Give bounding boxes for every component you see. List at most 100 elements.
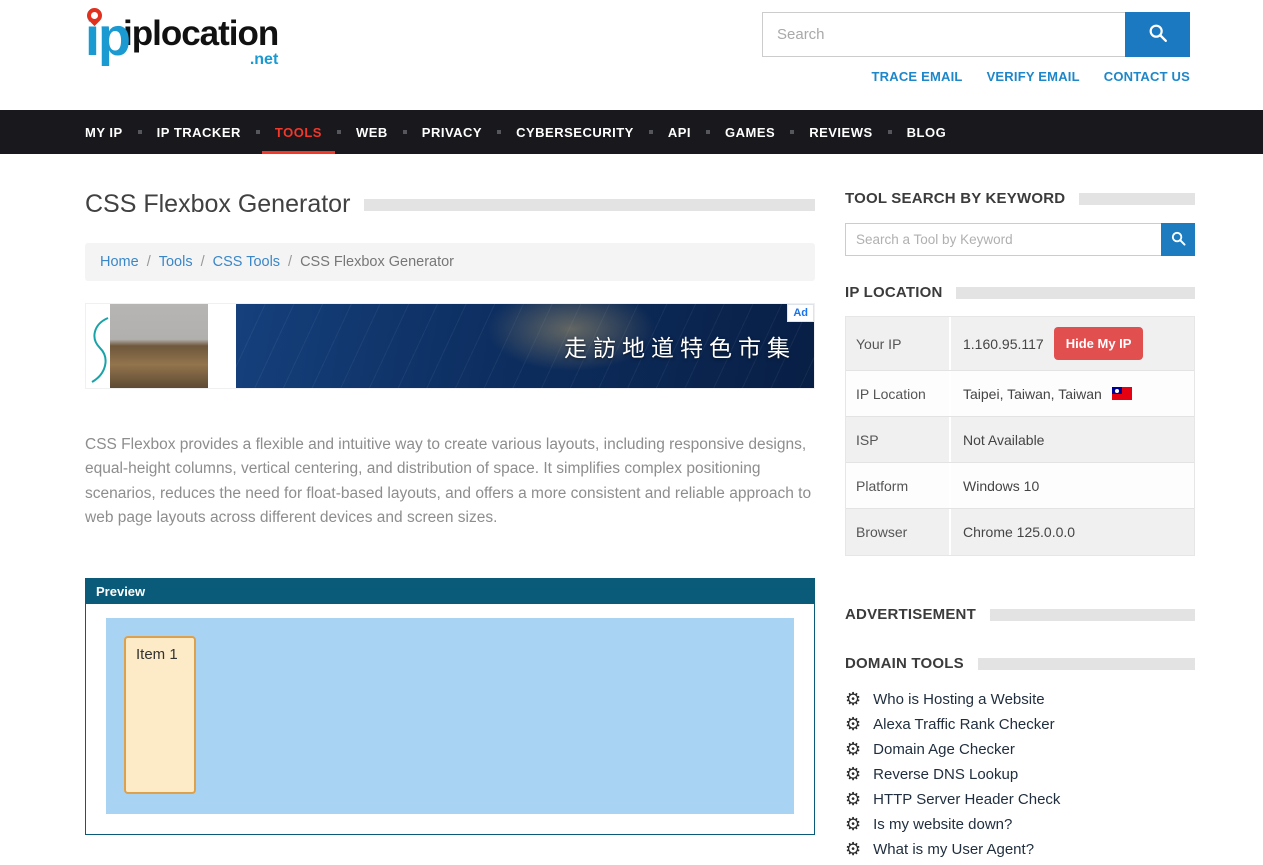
ad-image-main: 走訪地道特色市集 Ad: [236, 304, 814, 388]
nav-item-blog[interactable]: BLOG: [892, 110, 962, 154]
ip-row-value: 1.160.95.117 Hide My IP: [951, 317, 1194, 370]
ad-choices-badge[interactable]: Ad: [787, 304, 814, 322]
domain-tools-heading: DOMAIN TOOLS: [845, 655, 964, 672]
breadcrumb-home[interactable]: Home: [100, 254, 139, 270]
breadcrumb-css-tools[interactable]: CSS Tools: [213, 254, 280, 270]
logo-text: iplocation: [123, 16, 278, 51]
nav-item-web[interactable]: WEB: [341, 110, 403, 154]
gear-icon: ⚙: [845, 690, 861, 708]
isp-value: Not Available: [951, 422, 1194, 458]
nav-item-tools[interactable]: TOOLS: [260, 110, 337, 154]
ip-row-label: IP Location: [846, 371, 951, 416]
site-search: [762, 12, 1190, 57]
main-nav: MY IP IP TRACKER TOOLS WEB PRIVACY CYBER…: [0, 110, 1263, 154]
top-header: ip iplocation .net TRACE EMAIL VERIFY EM…: [0, 0, 1263, 110]
ip-location-heading: IP LOCATION: [845, 284, 942, 301]
breadcrumb-tools[interactable]: Tools: [159, 254, 193, 270]
domain-tool-reverse-dns[interactable]: ⚙ Reverse DNS Lookup: [845, 765, 1195, 783]
table-row: Platform Windows 10: [846, 463, 1194, 509]
gear-icon: ⚙: [845, 715, 861, 733]
domain-tool-label: Reverse DNS Lookup: [873, 766, 1018, 783]
logo-text-wrap: iplocation .net: [123, 16, 278, 68]
preview-body: Item 1: [86, 604, 814, 834]
tool-search-button[interactable]: [1161, 223, 1195, 256]
header-right: TRACE EMAIL VERIFY EMAIL CONTACT US: [762, 0, 1190, 110]
hide-my-ip-button[interactable]: Hide My IP: [1054, 327, 1144, 360]
ad-photo-left: [110, 304, 208, 388]
heading-decoration-bar: [990, 609, 1195, 621]
ip-row-label: Your IP: [846, 317, 951, 370]
table-row: ISP Not Available: [846, 417, 1194, 463]
domain-tool-website-down[interactable]: ⚙ Is my website down?: [845, 815, 1195, 833]
taiwan-flag-icon: [1112, 387, 1132, 400]
gear-icon: ⚙: [845, 790, 861, 808]
nav-item-privacy[interactable]: PRIVACY: [407, 110, 497, 154]
content: CSS Flexbox Generator Home / Tools / CSS…: [0, 154, 1263, 865]
search-icon: [1170, 230, 1187, 250]
tool-search-input[interactable]: [845, 223, 1161, 256]
flexbox-preview-container: Item 1: [106, 618, 794, 814]
domain-tool-user-agent[interactable]: ⚙ What is my User Agent?: [845, 840, 1195, 858]
trace-email-link[interactable]: TRACE EMAIL: [872, 69, 963, 84]
platform-value: Windows 10: [951, 468, 1194, 504]
domain-tool-label: Alexa Traffic Rank Checker: [873, 716, 1054, 733]
logo-tld: .net: [250, 52, 278, 68]
ad-caption: 走訪地道特色市集: [564, 329, 814, 363]
advertisement-heading-row: ADVERTISEMENT: [845, 606, 1195, 623]
verify-email-link[interactable]: VERIFY EMAIL: [987, 69, 1080, 84]
site-logo[interactable]: ip iplocation .net: [85, 10, 278, 110]
domain-tools-list: ⚙ Who is Hosting a Website ⚙ Alexa Traff…: [845, 690, 1195, 858]
domain-tools-heading-row: DOMAIN TOOLS: [845, 655, 1195, 672]
title-decoration-bar: [364, 199, 815, 211]
breadcrumb-separator: /: [147, 254, 151, 270]
flexbox-preview-item[interactable]: Item 1: [124, 636, 196, 794]
ip-row-value: Taipei, Taiwan, Taiwan: [951, 376, 1194, 412]
page-title-row: CSS Flexbox Generator: [85, 190, 815, 219]
table-row: Your IP 1.160.95.117 Hide My IP: [846, 317, 1194, 371]
nav-item-ip-tracker[interactable]: IP TRACKER: [142, 110, 256, 154]
domain-tool-whois-hosting[interactable]: ⚙ Who is Hosting a Website: [845, 690, 1195, 708]
breadcrumb: Home / Tools / CSS Tools / CSS Flexbox G…: [85, 243, 815, 281]
ip-location-value: Taipei, Taiwan, Taiwan: [963, 386, 1102, 402]
site-search-button[interactable]: [1125, 12, 1190, 57]
preview-panel: Preview Item 1: [85, 578, 815, 835]
heading-decoration-bar: [956, 287, 1195, 299]
nav-item-api[interactable]: API: [653, 110, 706, 154]
site-search-input[interactable]: [762, 12, 1125, 57]
your-ip-value: 1.160.95.117: [963, 336, 1044, 352]
ip-row-label: ISP: [846, 417, 951, 462]
ip-location-table: Your IP 1.160.95.117 Hide My IP IP Locat…: [845, 316, 1195, 556]
tool-search-heading-row: TOOL SEARCH BY KEYWORD: [845, 190, 1195, 207]
main-column: CSS Flexbox Generator Home / Tools / CSS…: [85, 190, 815, 865]
nav-item-reviews[interactable]: REVIEWS: [794, 110, 887, 154]
contact-us-link[interactable]: CONTACT US: [1104, 69, 1190, 84]
nav-item-games[interactable]: GAMES: [710, 110, 790, 154]
table-row: Browser Chrome 125.0.0.0: [846, 509, 1194, 555]
breadcrumb-separator: /: [288, 254, 292, 270]
nav-item-my-ip[interactable]: MY IP: [85, 110, 138, 154]
sidebar: TOOL SEARCH BY KEYWORD IP LOCATION Your …: [845, 190, 1195, 865]
gear-icon: ⚙: [845, 740, 861, 758]
table-row: IP Location Taipei, Taiwan, Taiwan: [846, 371, 1194, 417]
domain-tool-label: Is my website down?: [873, 816, 1012, 833]
search-icon: [1147, 22, 1169, 47]
page-title: CSS Flexbox Generator: [85, 190, 350, 219]
tool-search-heading: TOOL SEARCH BY KEYWORD: [845, 190, 1065, 207]
logo-mark: ip: [85, 10, 129, 64]
preview-header: Preview: [86, 579, 814, 604]
domain-tool-label: Domain Age Checker: [873, 741, 1015, 758]
domain-tool-domain-age[interactable]: ⚙ Domain Age Checker: [845, 740, 1195, 758]
domain-tool-http-header[interactable]: ⚙ HTTP Server Header Check: [845, 790, 1195, 808]
ad-banner[interactable]: 走訪地道特色市集 Ad: [85, 303, 815, 389]
domain-tool-label: What is my User Agent?: [873, 841, 1034, 858]
ip-row-label: Platform: [846, 463, 951, 508]
heading-decoration-bar: [978, 658, 1195, 670]
breadcrumb-separator: /: [201, 254, 205, 270]
domain-tool-label: Who is Hosting a Website: [873, 691, 1044, 708]
nav-item-cybersecurity[interactable]: CYBERSECURITY: [501, 110, 649, 154]
heading-decoration-bar: [1079, 193, 1195, 205]
ad-gap: [208, 304, 236, 388]
tool-description: CSS Flexbox provides a flexible and intu…: [85, 433, 815, 530]
gear-icon: ⚙: [845, 840, 861, 858]
domain-tool-alexa-rank[interactable]: ⚙ Alexa Traffic Rank Checker: [845, 715, 1195, 733]
